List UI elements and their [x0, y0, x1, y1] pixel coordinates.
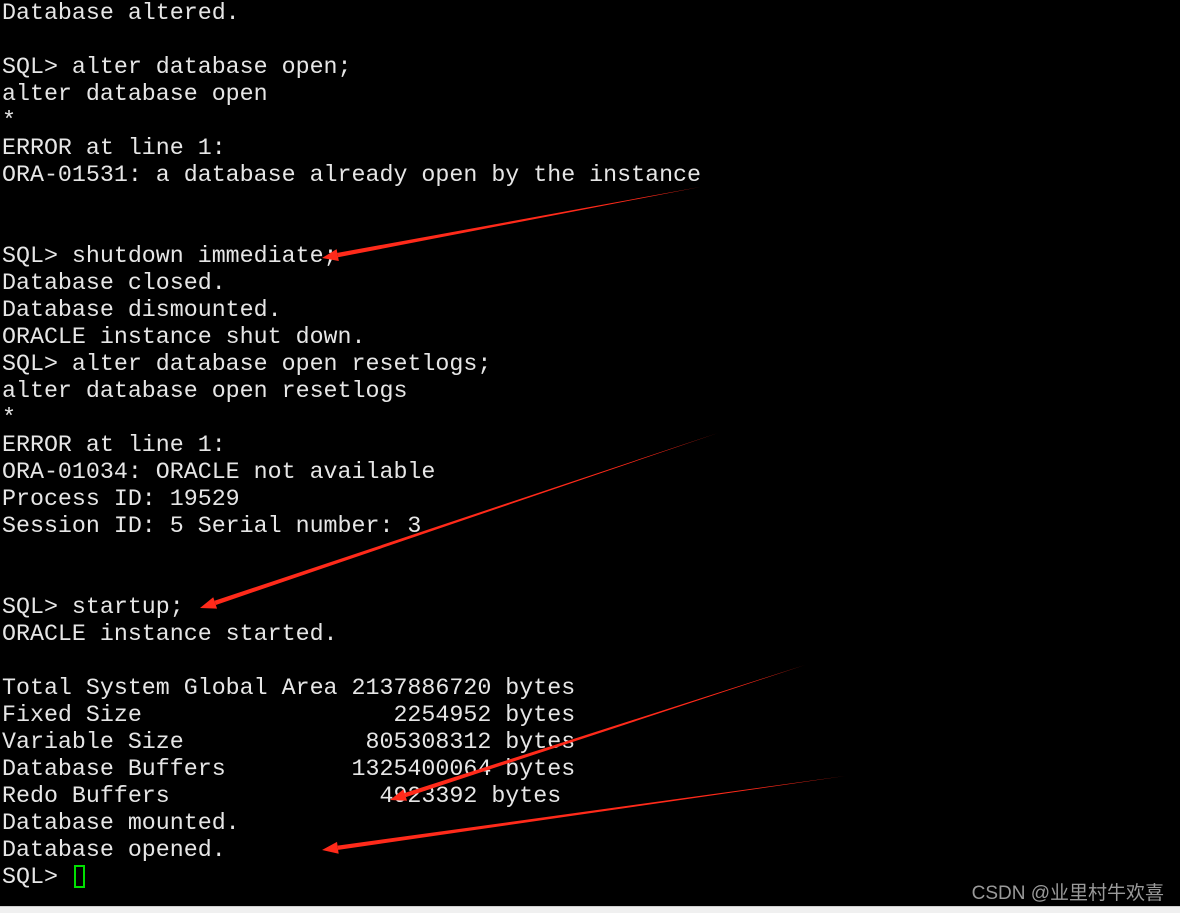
watermark: CSDN @业里村牛欢喜	[971, 883, 1164, 904]
arrow-annotation	[200, 433, 719, 609]
arrow-annotation	[322, 776, 845, 854]
annotation-arrows	[200, 187, 845, 854]
arrow-annotation	[322, 187, 700, 261]
arrow-annotation	[390, 665, 805, 801]
